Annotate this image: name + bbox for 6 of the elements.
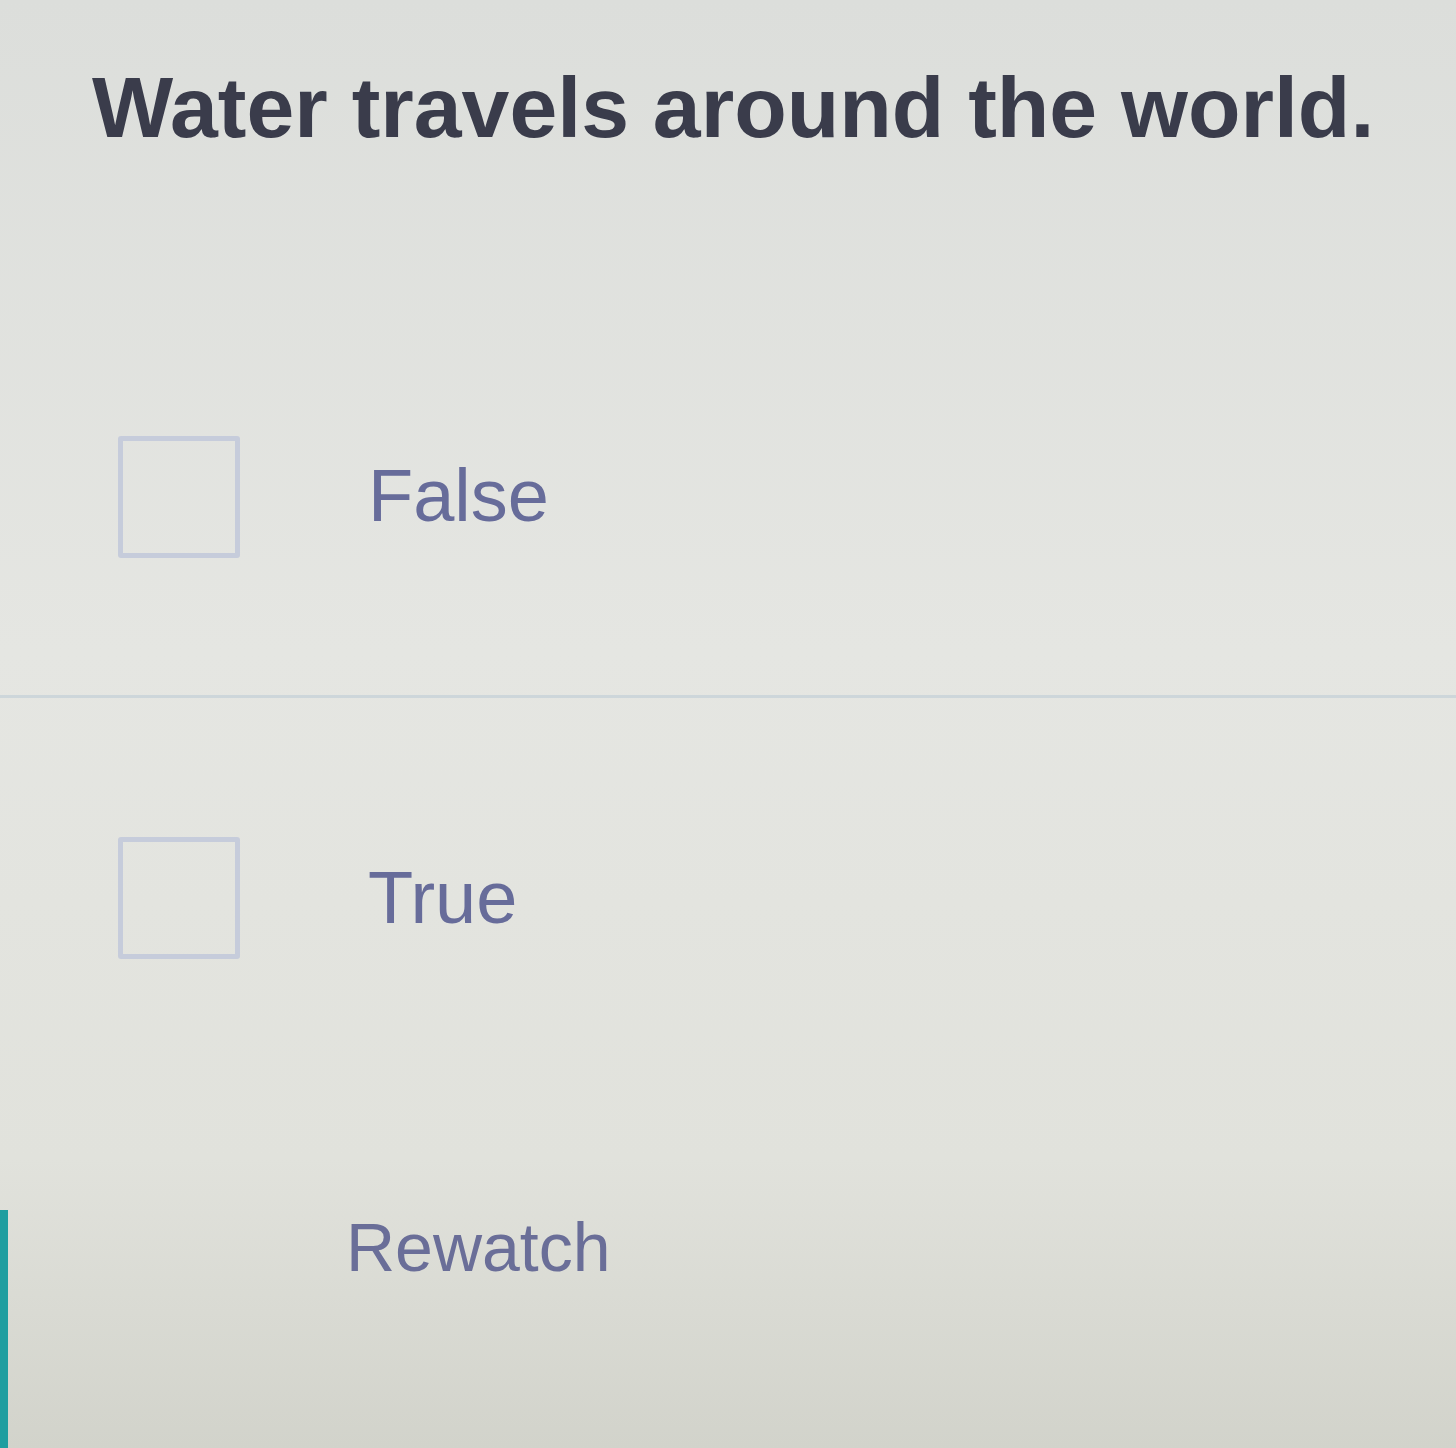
option-label: True xyxy=(368,854,518,941)
checkbox[interactable] xyxy=(118,435,240,558)
rewatch-button[interactable]: Rewatch xyxy=(330,1197,627,1299)
question-text: Water travels around the world. xyxy=(91,58,1376,157)
option-label: False xyxy=(368,453,549,540)
checkbox[interactable] xyxy=(118,837,240,960)
